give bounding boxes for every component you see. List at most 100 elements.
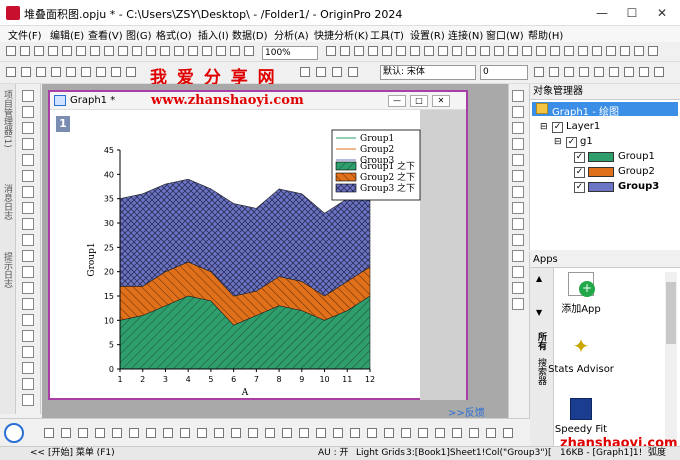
style-toolbar-button-14[interactable]: [265, 428, 275, 438]
standard-toolbar-right-button-12[interactable]: [480, 46, 490, 56]
format-toolbar-mid-button-2[interactable]: [316, 67, 326, 77]
standard-toolbar-button-8[interactable]: [104, 46, 114, 56]
format-toolbar-button-7[interactable]: [96, 67, 106, 77]
standard-toolbar-right-button-9[interactable]: [438, 46, 448, 56]
standard-toolbar-right-button-1[interactable]: [326, 46, 336, 56]
style-toolbar-button-20[interactable]: [367, 428, 377, 438]
apps-scroll-thumb[interactable]: [666, 282, 676, 344]
scroll-up-icon[interactable]: ▲: [536, 274, 542, 283]
standard-toolbar-right-button-3[interactable]: [354, 46, 364, 56]
style-toolbar-button-13[interactable]: [248, 428, 258, 438]
text-style-button-6[interactable]: [609, 67, 619, 77]
standard-toolbar-button-18[interactable]: [244, 46, 254, 56]
style-toolbar-button-9[interactable]: [180, 428, 190, 438]
standard-toolbar-button-10[interactable]: [132, 46, 142, 56]
text-style-button-8[interactable]: [639, 67, 649, 77]
font-size-combo[interactable]: 0: [480, 65, 528, 80]
tool-11[interactable]: [22, 250, 34, 262]
tool-19[interactable]: [22, 378, 34, 390]
style-toolbar-button-16[interactable]: [299, 428, 309, 438]
format-toolbar-button-5[interactable]: [66, 67, 76, 77]
menu-settings[interactable]: 设置(R): [410, 27, 445, 42]
object-tool-12[interactable]: [512, 266, 524, 278]
style-toolbar-button-12[interactable]: [231, 428, 241, 438]
style-toolbar-button-5[interactable]: [112, 428, 122, 438]
search-icon[interactable]: [4, 423, 24, 443]
tool-5[interactable]: [22, 154, 34, 166]
collapse-layer-icon[interactable]: ⊟: [540, 122, 548, 132]
style-toolbar-button-25[interactable]: [452, 428, 462, 438]
y-axis-label[interactable]: Group1: [87, 242, 97, 276]
menu-help[interactable]: 帮助(H): [528, 27, 563, 42]
apps-scrollbar[interactable]: [665, 272, 677, 444]
tab-project-explorer[interactable]: 项目管理器(1): [2, 90, 14, 148]
minimize-button[interactable]: —: [586, 0, 618, 26]
tool-17[interactable]: [22, 346, 34, 358]
tree-group2[interactable]: Group2: [618, 166, 655, 177]
style-toolbar-button-4[interactable]: [95, 428, 105, 438]
tab-hint-log[interactable]: 提示日志: [2, 252, 14, 288]
object-tool-5[interactable]: [512, 154, 524, 166]
object-tool-4[interactable]: [512, 138, 524, 150]
speedy-fit-label[interactable]: Speedy Fit: [546, 424, 616, 435]
standard-toolbar-right-button-8[interactable]: [424, 46, 434, 56]
style-toolbar-button-15[interactable]: [282, 428, 292, 438]
tool-1[interactable]: [22, 90, 34, 102]
tool-8[interactable]: [22, 202, 34, 214]
menu-data[interactable]: 数据(D): [232, 27, 268, 42]
object-tool-8[interactable]: [512, 202, 524, 214]
style-toolbar-button-23[interactable]: [418, 428, 428, 438]
menu-edit[interactable]: 编辑(E): [50, 27, 84, 42]
standard-toolbar-right-button-20[interactable]: [592, 46, 602, 56]
standard-toolbar-right-button-10[interactable]: [452, 46, 462, 56]
standard-toolbar-right-button-18[interactable]: [564, 46, 574, 56]
menu-tools[interactable]: 工具(T): [370, 27, 404, 42]
standard-toolbar-button-5[interactable]: [62, 46, 72, 56]
standard-toolbar-button-15[interactable]: [202, 46, 212, 56]
menu-quick-analysis[interactable]: 快捷分析(K): [314, 27, 368, 42]
standard-toolbar-right-button-7[interactable]: [410, 46, 420, 56]
style-toolbar-button-28[interactable]: [503, 428, 513, 438]
menu-insert[interactable]: 插入(I): [198, 27, 229, 42]
format-toolbar-button-9[interactable]: [126, 67, 136, 77]
standard-toolbar-right-button-16[interactable]: [536, 46, 546, 56]
group2-checkbox[interactable]: ✓: [574, 167, 585, 178]
standard-toolbar-right-button-23[interactable]: [634, 46, 644, 56]
style-toolbar-button-22[interactable]: [401, 428, 411, 438]
text-style-button-1[interactable]: [534, 67, 544, 77]
text-style-button-7[interactable]: [624, 67, 634, 77]
tool-10[interactable]: [22, 234, 34, 246]
group-checkbox[interactable]: ✓: [566, 137, 577, 148]
graph-maximize-button[interactable]: □: [410, 95, 428, 107]
tool-2[interactable]: [22, 106, 34, 118]
text-style-button-2[interactable]: [549, 67, 559, 77]
object-tool-14[interactable]: [512, 298, 524, 310]
object-tool-1[interactable]: [512, 90, 524, 102]
standard-toolbar-button-6[interactable]: [76, 46, 86, 56]
format-toolbar-mid-button-1[interactable]: [300, 67, 310, 77]
tool-7[interactable]: [22, 186, 34, 198]
layer-checkbox[interactable]: ✓: [552, 122, 563, 133]
tree-group1[interactable]: Group1: [618, 151, 655, 162]
format-toolbar-button-1[interactable]: [6, 67, 16, 77]
text-style-button-3[interactable]: [564, 67, 574, 77]
collapse-group-icon[interactable]: ⊟: [554, 137, 562, 147]
style-toolbar-button-11[interactable]: [214, 428, 224, 438]
tool-3[interactable]: [22, 122, 34, 134]
graph-minimize-button[interactable]: —: [388, 95, 406, 107]
standard-toolbar-right-button-6[interactable]: [396, 46, 406, 56]
status-start-menu[interactable]: << [开始] 菜单 (F1): [30, 447, 115, 460]
group3-checkbox[interactable]: ✓: [574, 182, 585, 193]
style-toolbar-button-7[interactable]: [146, 428, 156, 438]
standard-toolbar-button-1[interactable]: [6, 46, 16, 56]
standard-toolbar-right-button-4[interactable]: [368, 46, 378, 56]
format-toolbar-mid-button-4[interactable]: [348, 67, 358, 77]
menu-graph[interactable]: 图(G): [126, 27, 152, 42]
style-toolbar-button-24[interactable]: [435, 428, 445, 438]
stacked-area-chart[interactable]: 1 2 3 4 5 6 7 8 9 10 11 12051015202530354045 A Grou…: [50, 110, 466, 400]
object-tool-7[interactable]: [512, 186, 524, 198]
style-toolbar-button-1[interactable]: [44, 428, 54, 438]
style-toolbar-button-21[interactable]: [384, 428, 394, 438]
menu-connect[interactable]: 连接(N): [448, 27, 483, 42]
tool-15[interactable]: [22, 314, 34, 326]
